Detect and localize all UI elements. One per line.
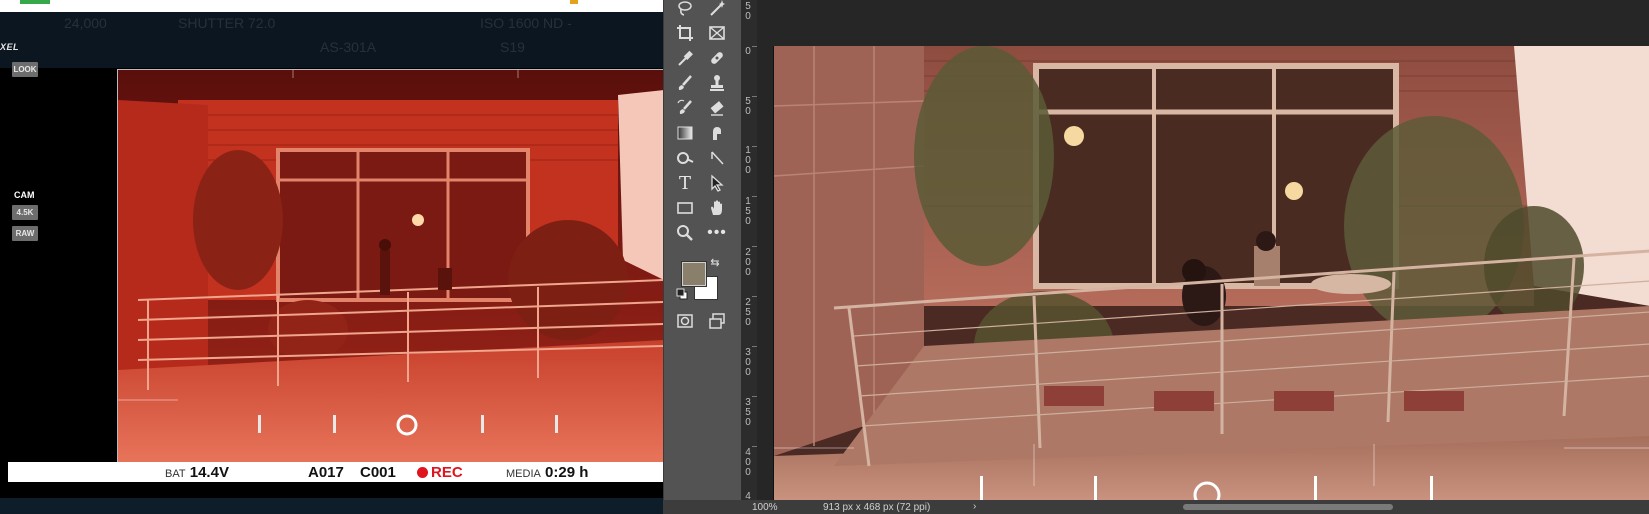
ruler-label: 4 0 0 (745, 447, 751, 478)
default-colors-icon[interactable] (676, 288, 688, 300)
ruler-label: 2 0 0 (745, 247, 751, 278)
battery-label: BAT (165, 468, 186, 480)
frame-icon[interactable] (704, 22, 730, 44)
monitor-brand: XEL (0, 42, 20, 52)
ruler-label: 3 5 0 (745, 397, 751, 428)
media-label: MEDIA (506, 468, 541, 480)
lasso-tool-icon[interactable] (672, 0, 698, 19)
strip-accent-amber (570, 0, 578, 4)
document-info: 913 px x 468 px (72 ppi) (823, 502, 931, 513)
top-strip (0, 0, 663, 12)
media-readout: MEDIA 0:29 h (506, 464, 588, 481)
strip-accent-green (20, 0, 50, 4)
stamp-icon[interactable] (704, 72, 730, 94)
eraser-icon[interactable] (704, 97, 730, 119)
vertical-ruler: 5 0 0 5 0 1 0 0 1 5 0 2 0 0 2 5 0 3 0 0 … (741, 0, 758, 514)
battery-value: 14.4V (189, 464, 229, 481)
hand-icon[interactable] (704, 197, 730, 219)
ghost-id: S19 (500, 39, 525, 55)
swap-colors-icon[interactable]: ⇆ (708, 255, 722, 269)
cam-label: CAM (14, 190, 35, 200)
ruler-label: 2 5 0 (745, 297, 751, 328)
type-icon[interactable]: T (672, 172, 698, 194)
rectangle-icon[interactable] (672, 197, 698, 219)
screen-mode-icon[interactable] (704, 310, 730, 332)
camera-monitor: XEL 24,000 SHUTTER 72.0 ISO 1600 ND - AS… (0, 0, 663, 514)
monitor-video-frame (117, 69, 663, 463)
eyedropper-icon[interactable] (672, 47, 698, 69)
rec-indicator: REC (417, 464, 463, 481)
media-value: 0:29 h (545, 464, 589, 481)
gradient-icon[interactable] (672, 122, 698, 144)
format-tag: RAW (12, 226, 38, 241)
quick-mask-icon[interactable] (672, 310, 698, 332)
ghost-lens: AS-301A (320, 39, 377, 55)
ruler-label: 1 5 0 (745, 196, 751, 227)
look-tag: LOOK (12, 62, 38, 77)
crop-icon[interactable] (672, 22, 698, 44)
tools-panel: T ••• ⇆ (663, 0, 742, 514)
healing-brush-icon[interactable] (704, 47, 730, 69)
status-bar: 100% 913 px x 468 px (72 ppi) › (663, 500, 1649, 514)
rec-dot-icon (417, 467, 428, 478)
smudge-icon[interactable] (704, 122, 730, 144)
clip-number: C001 (360, 464, 396, 481)
horizontal-scrollbar[interactable] (1183, 504, 1393, 510)
status-menu-arrow-icon[interactable]: › (973, 501, 976, 512)
monitor-scene-image (118, 70, 663, 462)
graded-scene-image (774, 46, 1649, 500)
path-select-icon[interactable] (704, 172, 730, 194)
ruler-label: 0 (745, 46, 751, 57)
ghost-iso: ISO 1600 ND - (480, 15, 572, 31)
pen-icon[interactable] (704, 147, 730, 169)
ruler-label: 5 0 (745, 1, 751, 22)
ruler-label: 1 0 0 (745, 145, 751, 176)
ghost-shutter: SHUTTER 72.0 (178, 15, 276, 31)
battery-readout: BAT 14.4V (165, 464, 229, 481)
more-icon[interactable]: ••• (704, 222, 730, 244)
foreground-color-swatch[interactable] (681, 261, 707, 287)
resolution-tag: 4.5K (12, 205, 38, 220)
ruler-label: 5 0 (745, 96, 751, 117)
monitor-bottom-strip (0, 498, 663, 514)
magic-wand-icon[interactable] (704, 0, 730, 19)
document-canvas-area[interactable] (757, 0, 1649, 500)
monitor-top-overlay: XEL 24,000 SHUTTER 72.0 ISO 1600 ND - AS… (0, 12, 663, 68)
monitor-status-bar: BAT 14.4V A017 C001 REC MEDIA 0:29 h (8, 462, 663, 482)
document-image[interactable] (773, 46, 1649, 500)
zoom-level[interactable]: 100% (752, 502, 778, 513)
rec-label: REC (431, 464, 463, 481)
reel-number: A017 (308, 464, 344, 481)
brush-icon[interactable] (672, 72, 698, 94)
history-brush-icon[interactable] (672, 97, 698, 119)
dodge-icon[interactable] (672, 147, 698, 169)
zoom-icon[interactable] (672, 222, 698, 244)
ruler-label: 3 0 0 (745, 347, 751, 378)
ghost-fps: 24,000 (64, 15, 107, 31)
